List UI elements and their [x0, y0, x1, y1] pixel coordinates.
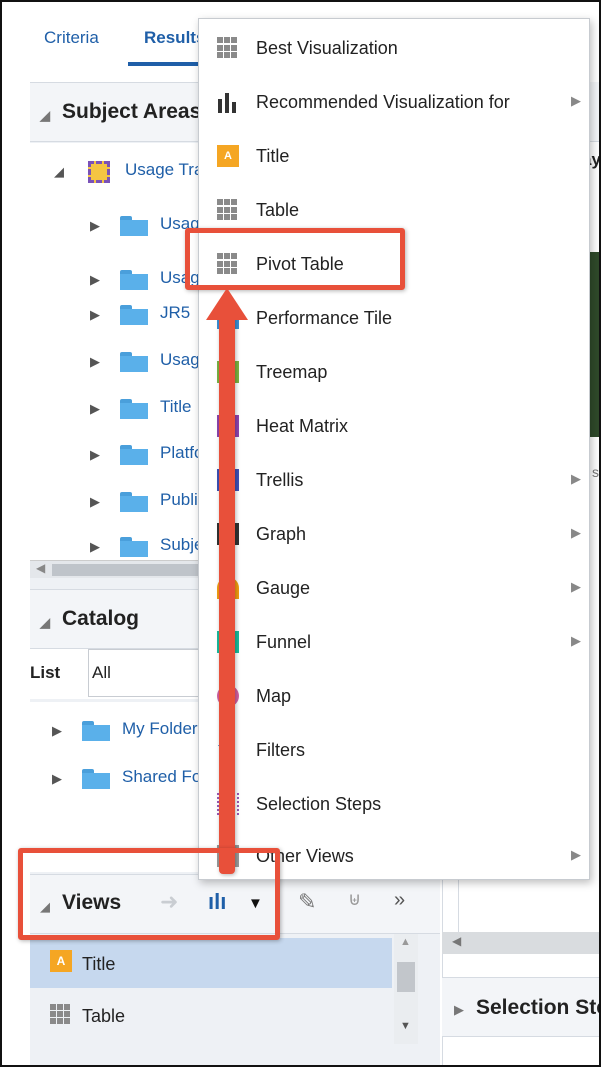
menu-item-filters[interactable]: ⏷ Filters — [199, 723, 589, 777]
expand-icon[interactable]: ▶ — [454, 1002, 464, 1018]
menu-item-best-visualization[interactable]: Best Visualization — [199, 21, 589, 75]
expand-icon[interactable]: ▶ — [90, 447, 100, 463]
menu-item-label: Performance Tile — [256, 308, 393, 328]
view-properties-icon[interactable]: ⊎ — [348, 889, 361, 910]
menu-item-title[interactable]: A Title — [199, 129, 589, 183]
view-item-label: Title — [82, 954, 116, 974]
scroll-left-icon[interactable]: ◀ — [36, 561, 45, 575]
list-label: List — [30, 663, 61, 682]
annotation-arrow-head — [206, 288, 248, 320]
menu-item-graph[interactable]: Graph ▶ — [199, 507, 589, 561]
table-icon — [217, 199, 239, 221]
menu-item-heat-matrix[interactable]: Heat Matrix — [199, 399, 589, 453]
tab-results[interactable]: Results — [144, 28, 205, 48]
expand-icon[interactable]: ▶ — [90, 307, 100, 323]
menu-item-label: Graph — [256, 524, 307, 544]
menu-item-label: Treemap — [256, 362, 328, 382]
submenu-arrow-icon: ▶ — [571, 579, 581, 594]
menu-item-label: Funnel — [256, 632, 312, 652]
menu-item-label: Gauge — [256, 578, 311, 598]
view-item-label: Table — [82, 1006, 126, 1026]
folder-icon — [120, 216, 148, 236]
view-item-table[interactable]: Table — [30, 990, 392, 1040]
menu-item-label: Title — [256, 146, 290, 166]
menu-item-label: Best Visualization — [256, 38, 398, 58]
tree-item-label: JR5 — [160, 303, 191, 322]
scroll-up-icon[interactable]: ▲ — [400, 936, 411, 948]
expand-icon[interactable]: ▶ — [52, 771, 62, 787]
menu-item-label: Trellis — [256, 470, 304, 490]
menu-item-label: Recommended Visualization for — [256, 92, 510, 112]
submenu-arrow-icon: ▶ — [571, 525, 581, 540]
expand-icon[interactable]: ▶ — [90, 539, 100, 555]
vertical-scrollbar[interactable]: ▲ ▼ — [394, 934, 418, 1044]
bar-chart-icon — [217, 91, 239, 113]
annotation-highlight-views-toolbar — [18, 848, 280, 940]
scroll-down-icon[interactable]: ▼ — [400, 1020, 411, 1032]
horizontal-scrollbar[interactable]: ◀ — [442, 932, 599, 954]
folder-icon — [120, 492, 148, 512]
tree-item-label: Title — [160, 397, 192, 416]
title-icon: A — [50, 950, 72, 972]
new-view-menu: Best Visualization Recommended Visualiza… — [198, 18, 590, 880]
folder-icon — [120, 399, 148, 419]
edit-pencil-icon[interactable]: ✎ — [298, 889, 316, 915]
folder-icon — [82, 769, 110, 789]
folder-icon — [120, 537, 148, 557]
menu-item-recommended-visualization[interactable]: Recommended Visualization for ▶ — [199, 75, 589, 129]
menu-item-selection-steps[interactable]: Selection Steps — [199, 777, 589, 831]
expand-icon[interactable]: ▶ — [90, 494, 100, 510]
submenu-arrow-icon: ▶ — [571, 93, 581, 108]
menu-item-performance-tile[interactable]: Performance Tile — [199, 291, 589, 345]
menu-item-trellis[interactable]: Trellis ▶ — [199, 453, 589, 507]
folder-icon — [120, 445, 148, 465]
expand-icon[interactable]: ▶ — [90, 218, 100, 234]
menu-item-funnel[interactable]: Funnel ▶ — [199, 615, 589, 669]
list-select-value[interactable]: All — [92, 663, 111, 683]
menu-item-label: Heat Matrix — [256, 416, 349, 436]
double-chevron-right-icon[interactable]: » — [394, 889, 405, 912]
side-text-fragment: s — [592, 464, 599, 480]
folder-icon — [120, 305, 148, 325]
table-icon — [50, 1004, 70, 1024]
folder-icon — [82, 721, 110, 741]
submenu-arrow-icon: ▶ — [571, 847, 581, 862]
folder-icon — [120, 352, 148, 372]
folder-icon — [120, 270, 148, 290]
collapse-icon[interactable]: ◢ — [40, 108, 50, 124]
subject-area-icon — [88, 161, 110, 183]
screenshot-frame: Criteria Results ◢ Subject Areas ◢ Usage… — [0, 0, 601, 1067]
expand-icon[interactable]: ▶ — [90, 354, 100, 370]
tab-criteria[interactable]: Criteria — [44, 28, 99, 48]
menu-item-label: Table — [256, 200, 300, 220]
view-item-title[interactable]: A Title — [30, 938, 392, 988]
submenu-arrow-icon: ▶ — [571, 471, 581, 486]
scroll-left-icon[interactable]: ◀ — [452, 934, 461, 948]
active-tab-indicator — [128, 62, 208, 66]
selection-steps-header[interactable]: ▶ Selection Steps — [442, 977, 599, 1037]
submenu-arrow-icon: ▶ — [571, 633, 581, 648]
expanded-icon[interactable]: ◢ — [54, 164, 64, 180]
collapse-icon[interactable]: ◢ — [40, 615, 50, 631]
catalog-title: Catalog — [62, 607, 140, 630]
menu-item-gauge[interactable]: Gauge ▶ — [199, 561, 589, 615]
grid-icon — [217, 37, 239, 59]
menu-item-label: Map — [256, 686, 292, 706]
menu-item-map[interactable]: Map — [199, 669, 589, 723]
scroll-thumb[interactable] — [397, 962, 415, 992]
annotation-highlight-pivot-table — [185, 228, 405, 290]
menu-item-label: Selection Steps — [256, 794, 382, 814]
expand-icon[interactable]: ▶ — [90, 272, 100, 288]
subject-areas-title: Subject Areas — [62, 100, 202, 123]
title-icon: A — [217, 145, 239, 167]
expand-icon[interactable]: ▶ — [52, 723, 62, 739]
tree-item-label: My Folders — [122, 719, 207, 738]
menu-item-label: Filters — [256, 740, 305, 760]
menu-item-treemap[interactable]: Treemap — [199, 345, 589, 399]
annotation-arrow-shaft — [219, 302, 235, 874]
expand-icon[interactable]: ▶ — [90, 401, 100, 417]
selection-steps-title: Selection Steps — [476, 996, 599, 1019]
